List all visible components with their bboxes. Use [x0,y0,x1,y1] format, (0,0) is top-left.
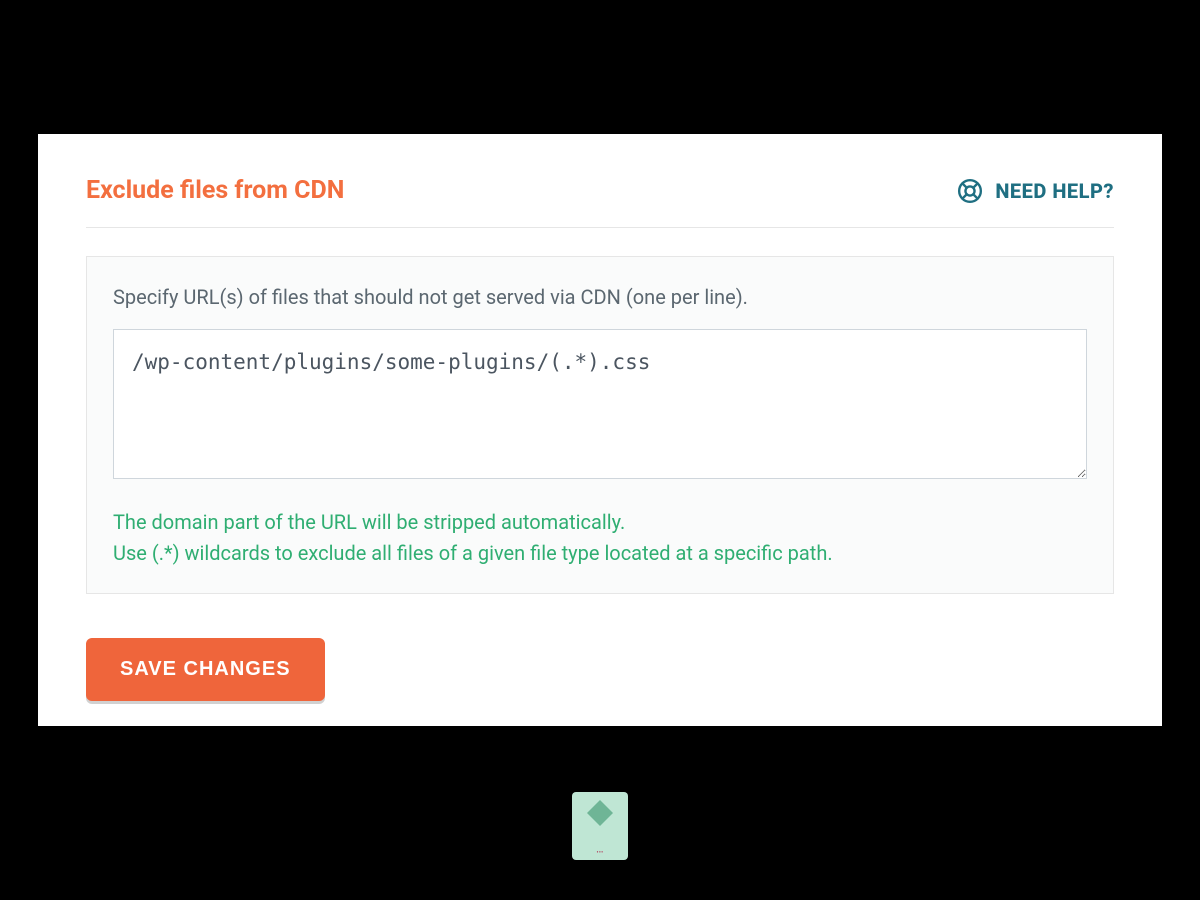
footer-logo: ••• [572,792,628,860]
page-top-heading: Exclude Files From CDN [0,0,1200,92]
panel-header: Exclude files from CDN NEED HELP? [86,176,1114,228]
exclude-paths-input[interactable] [113,329,1087,479]
exclude-hint-line-2: Use (.*) wildcards to exclude all files … [113,538,1087,569]
lifebuoy-icon [957,178,983,204]
exclude-field-label: Specify URL(s) of files that should not … [113,285,1087,309]
need-help-label: NEED HELP? [995,179,1114,203]
settings-panel: Exclude files from CDN NEED HELP? Specif… [38,134,1162,726]
footer-logo-caption: ••• [597,850,604,856]
exclude-hint-line-1: The domain part of the URL will be strip… [113,507,1087,538]
exclude-hint: The domain part of the URL will be strip… [113,507,1087,569]
settings-panel-inner: Exclude files from CDN NEED HELP? Specif… [38,134,1162,701]
section-title: Exclude files from CDN [86,176,344,205]
need-help-link[interactable]: NEED HELP? [957,178,1114,204]
save-changes-button[interactable]: SAVE CHANGES [86,638,325,701]
exclude-config-box: Specify URL(s) of files that should not … [86,256,1114,594]
